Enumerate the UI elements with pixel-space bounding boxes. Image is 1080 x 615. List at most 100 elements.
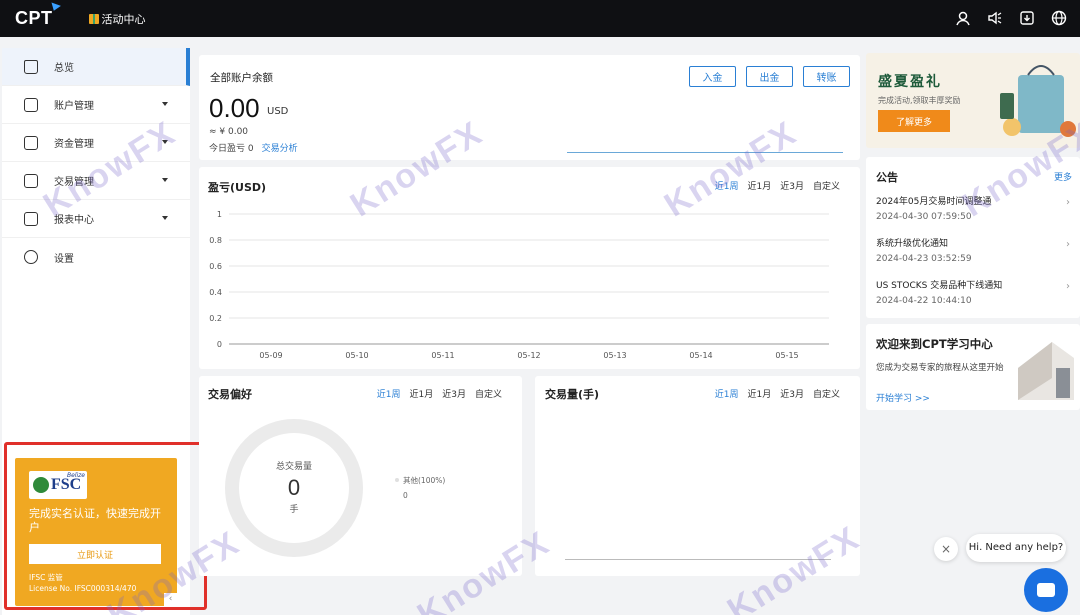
notice-item-date: 2024-04-22 10:44:10: [876, 296, 972, 306]
today-pnl-label: 今日盈亏 0: [209, 144, 254, 154]
x-tick-label: 05-15: [775, 351, 798, 360]
notice-card: 公告 更多 2024年05月交易时间调整通 2024-04-30 07:59:5…: [866, 157, 1080, 318]
license-text: License No. IFSC000314/470: [29, 584, 137, 593]
balance-unit: USD: [267, 106, 289, 117]
sidebar-item-settings[interactable]: 设置: [2, 238, 190, 276]
fsc-logo-sub: Belize: [67, 472, 85, 479]
y-tick-label: 0.2: [209, 314, 222, 323]
today-pnl: 今日盈亏 0 交易分析: [209, 141, 298, 154]
notice-title: 公告: [876, 171, 898, 184]
sidebar-item-account[interactable]: 账户管理: [2, 86, 190, 124]
transfer-button[interactable]: 转账: [803, 66, 850, 87]
sidebar-item-label: 总览: [54, 63, 74, 74]
deposit-button[interactable]: 入金: [689, 66, 736, 87]
chevron-down-icon: [162, 216, 168, 220]
pnl-chart-card: 盈亏(USD) 近1周 近1月 近3月 自定义 1 0.8 0.6 0.4 0.2 0 05…: [199, 167, 860, 369]
globe-icon: [33, 477, 49, 493]
notice-more-link[interactable]: 更多: [1054, 170, 1072, 183]
sidebar-item-label: 交易管理: [54, 177, 94, 188]
activity-center-link[interactable]: 活动中心: [88, 11, 146, 27]
balance-sparkline: [567, 152, 843, 153]
download-icon[interactable]: [1018, 9, 1036, 27]
trade-volume-card: 交易量(手) 近1周 近1月 近3月 自定义: [535, 376, 860, 576]
x-tick-label: 05-13: [603, 351, 626, 360]
sidebar-item-overview[interactable]: 总览: [2, 48, 190, 86]
building-illustration: [1018, 342, 1074, 400]
pnl-line-chart: 1 0.8 0.6 0.4 0.2 0 05-09 05-10 05-11 05-12 05-13 0…: [209, 210, 829, 360]
activity-center-label: 活动中心: [101, 12, 146, 26]
fsc-logo: FSC Belize: [29, 471, 87, 499]
volume-axis: [565, 559, 831, 560]
user-icon[interactable]: [954, 9, 972, 27]
range-tab-custom[interactable]: 自定义: [813, 387, 840, 400]
volume-range-tabs: 近1周 近1月 近3月 自定义: [715, 387, 840, 400]
home-icon: [24, 59, 38, 74]
chevron-right-icon: ›: [1066, 281, 1070, 292]
x-tick-label: 05-10: [345, 351, 368, 360]
promo-title: 完成实名认证，快速完成开户: [29, 507, 161, 534]
trade-analysis-link[interactable]: 交易分析: [262, 144, 298, 154]
legend-value: 0: [403, 491, 408, 500]
range-tab-1w[interactable]: 近1周: [715, 387, 739, 400]
gear-icon: [24, 250, 38, 264]
x-tick-label: 05-11: [431, 351, 454, 360]
chevron-down-icon: [162, 102, 168, 106]
sidebar-item-label: 资金管理: [54, 139, 94, 150]
donut-center-value: 0: [288, 475, 300, 500]
chevron-down-icon: [162, 140, 168, 144]
balance-value: 0.00: [209, 93, 260, 123]
y-tick-label: 0: [217, 340, 222, 349]
collapse-sidebar-button[interactable]: ‹: [164, 593, 177, 606]
y-tick-label: 0.8: [209, 236, 222, 245]
summer-promo-banner[interactable]: 盛夏盈礼 完成活动,领取丰厚奖励 了解更多: [866, 53, 1080, 148]
y-tick-label: 1: [217, 210, 222, 219]
range-tab-1m[interactable]: 近1月: [748, 387, 772, 400]
verify-now-button[interactable]: 立即认证: [29, 544, 161, 564]
balance-title: 全部账户余额: [210, 72, 273, 84]
chat-launcher-button[interactable]: [1024, 568, 1068, 612]
chevron-right-icon: ›: [1066, 239, 1070, 250]
sidebar-item-label: 设置: [54, 253, 74, 265]
volume-title: 交易量(手): [545, 388, 600, 401]
preference-donut-chart: 总交易量 0 手 其他(100%) 0: [225, 419, 445, 557]
range-tab-3m[interactable]: 近3月: [780, 387, 804, 400]
summer-promo-title: 盛夏盈礼: [878, 74, 942, 90]
learning-center-card[interactable]: 欢迎来到CPT学习中心 您成为交易专家的旅程从这里开始 开始学习 >>: [866, 324, 1080, 410]
wallet-icon: [24, 135, 38, 150]
top-bar: CPT 活动中心: [0, 0, 1080, 37]
globe-icon[interactable]: [1050, 9, 1068, 27]
sidebar-item-label: 报表中心: [54, 215, 94, 226]
start-learning-link[interactable]: 开始学习 >>: [876, 391, 930, 404]
y-tick-label: 0.6: [209, 262, 222, 271]
withdraw-button[interactable]: 出金: [746, 66, 793, 87]
sidebar-item-label: 账户管理: [54, 101, 94, 112]
report-icon: [24, 211, 38, 226]
sidebar-item-reports[interactable]: 报表中心: [2, 200, 190, 238]
account-icon: [24, 97, 38, 112]
close-chat-button[interactable]: ×: [934, 537, 958, 561]
regulator-text: IFSC 监管: [29, 573, 63, 582]
notice-item-date: 2024-04-30 07:59:50: [876, 212, 972, 222]
x-tick-label: 05-12: [517, 351, 540, 360]
trade-icon: [24, 173, 38, 188]
notice-item-title: 系统升级优化通知: [876, 239, 949, 249]
learn-more-button[interactable]: 了解更多: [878, 110, 950, 132]
trade-preference-card: 交易偏好 近1周 近1月 近3月 自定义 总交易量 0 手 其他(100%) 0: [199, 376, 522, 576]
verification-promo: FSC Belize 完成实名认证，快速完成开户 立即认证 IFSC 监管 Li…: [15, 458, 177, 606]
y-tick-label: 0.4: [209, 288, 222, 297]
sidebar-item-funds[interactable]: 资金管理: [2, 124, 190, 162]
chat-greeting-bubble[interactable]: Hi. Need any help?: [966, 534, 1066, 562]
chat-icon: [1037, 583, 1055, 597]
notice-item-title: 2024年05月交易时间调整通: [876, 197, 992, 207]
learning-title: 欢迎来到CPT学习中心: [876, 337, 993, 351]
sidebar-item-trading[interactable]: 交易管理: [2, 162, 190, 200]
x-tick-label: 05-09: [259, 351, 282, 360]
summer-promo-subtitle: 完成活动,领取丰厚奖励: [878, 96, 961, 105]
x-tick-label: 05-14: [689, 351, 712, 360]
legend-dot: [395, 478, 399, 482]
speaker-icon[interactable]: [986, 9, 1004, 27]
notice-item-title: US STOCKS 交易品种下线通知: [876, 281, 1003, 291]
cpt-logo[interactable]: CPT: [15, 2, 61, 29]
legend-label: 其他(100%): [403, 475, 445, 485]
balance-card: 全部账户余额 0.00 USD ≈ ¥ 0.00 今日盈亏 0 交易分析 入金 出…: [199, 55, 860, 160]
